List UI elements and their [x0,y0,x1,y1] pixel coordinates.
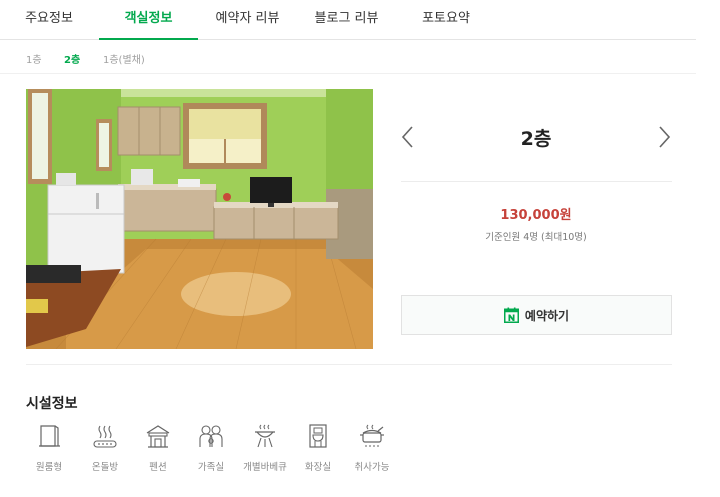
facilities-title: 시설정보 [26,396,78,412]
naver-calendar-icon [503,307,519,323]
room-photo-image [26,89,373,349]
room-capacity: 기준인원 4명 (최대10명) [485,232,587,243]
main-tab-bar: 주요정보 객실정보 예약자 리뷰 블로그 리뷰 포토요약 [0,0,696,40]
floor-tab-bar: 1층 2층 1층(별채) [0,41,696,74]
door-icon [39,425,60,447]
next-room-arrow[interactable] [654,123,674,151]
ondol-icon [93,425,117,448]
facility-label: 온돌방 [91,462,119,473]
facility-family-room: 가족실 [186,422,236,473]
facility-toilet: 화장실 [293,422,343,473]
room-price: 130,000원 [500,208,572,223]
cooking-icon [360,424,384,447]
room-name: 2층 [520,128,552,150]
floor-tab-1f[interactable]: 1층 [26,51,42,66]
tab-room-info[interactable]: 객실정보 [99,0,198,40]
facility-bbq: 개별바베큐 [240,422,290,473]
tab-booker-reviews[interactable]: 예약자 리뷰 [205,0,290,40]
toilet-icon [309,424,327,448]
facility-label: 펜션 [149,462,167,473]
chevron-right-icon [659,126,671,148]
tab-photo-summary[interactable]: 포토요약 [407,0,485,40]
facility-label: 취사가능 [354,462,390,473]
facility-label: 개별바베큐 [243,462,287,473]
facility-cooking: 취사가능 [347,422,397,473]
info-divider [401,181,672,182]
facility-one-room: 원룸형 [24,422,74,473]
floor-tab-annex[interactable]: 1층(별채) [103,51,145,66]
facility-label: 가족실 [197,462,225,473]
facility-label: 원룸형 [35,462,63,473]
floor-tab-2f[interactable]: 2층 [64,51,80,66]
section-divider [26,364,672,365]
facility-ondol: 온돌방 [80,422,130,473]
bbq-icon [255,424,275,448]
room-photo[interactable] [26,89,373,349]
pension-icon [146,425,170,448]
family-icon [199,425,223,447]
facility-pension: 펜션 [133,422,183,473]
reserve-button-label: 예약하기 [524,308,570,323]
reserve-button[interactable]: 예약하기 [401,295,672,335]
tab-main-info[interactable]: 주요정보 [10,0,88,40]
facility-label: 화장실 [304,462,332,473]
tab-blog-reviews[interactable]: 블로그 리뷰 [304,0,389,40]
